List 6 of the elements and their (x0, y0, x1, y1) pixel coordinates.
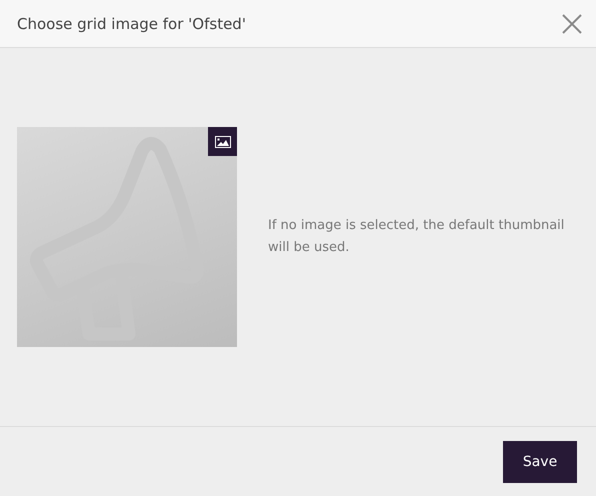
choose-image-button[interactable] (208, 127, 237, 156)
close-icon[interactable] (562, 14, 582, 34)
image-icon (214, 136, 230, 148)
dialog-title: Choose grid image for 'Ofsted' (17, 14, 246, 32)
save-button[interactable]: Save (503, 440, 577, 482)
hint-text: If no image is selected, the default thumbnail will be used. (268, 217, 566, 257)
